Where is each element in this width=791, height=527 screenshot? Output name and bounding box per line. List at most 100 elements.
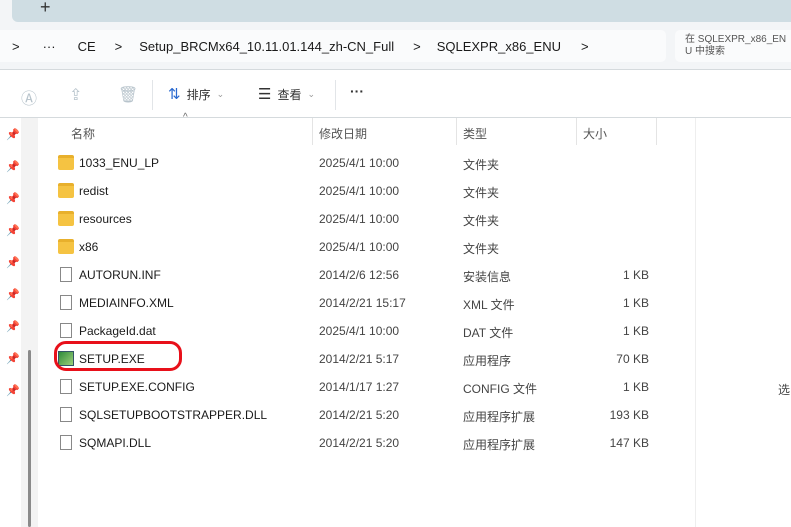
file-size: 193 KB (609, 408, 649, 422)
file-size: 147 KB (609, 436, 649, 450)
file-row[interactable]: x86 2025/4/1 10:00 文件夹 (40, 233, 660, 261)
column-header-name[interactable]: 名称 (71, 118, 95, 145)
breadcrumb[interactable]: > ··· CE > Setup_BRCMx64_10.11.01.144_zh… (0, 30, 666, 62)
file-name: x86 (79, 240, 99, 254)
column-header-size[interactable]: 大小 (583, 118, 607, 145)
file-type: 应用程序 (463, 354, 512, 368)
details-pane-text: 选 (778, 383, 791, 397)
file-date: 2014/2/21 15:17 (319, 296, 406, 310)
pin-icon[interactable]: 📌 (6, 352, 20, 365)
pin-icon[interactable]: 📌 (6, 192, 20, 205)
file-name: redist (79, 184, 109, 198)
file-size: 1 KB (622, 324, 649, 338)
chevron-down-icon: ⌄ (216, 88, 225, 99)
column-header-type[interactable]: 类型 (463, 118, 487, 145)
file-name: resources (79, 212, 132, 226)
sort-button[interactable]: ⇅ 排序 ⌄ (168, 85, 224, 103)
sort-icon: ⇅ (168, 86, 181, 103)
file-type: 文件夹 (463, 242, 500, 256)
file-icon (60, 379, 72, 394)
file-icon (60, 323, 72, 338)
breadcrumb-item-setup[interactable]: Setup_BRCMx64_10.11.01.144_zh-CN_Full (139, 39, 394, 54)
file-date: 2025/4/1 10:00 (319, 212, 400, 226)
file-type: 文件夹 (463, 158, 500, 172)
file-date: 2025/4/1 10:00 (319, 324, 400, 338)
file-type: CONFIG 文件 (463, 382, 537, 396)
navigation-pane: 📌 📌 📌 📌 📌 📌 📌 📌 📌 (0, 118, 38, 527)
more-options-button[interactable]: ··· (350, 83, 364, 99)
file-row[interactable]: redist 2025/4/1 10:00 文件夹 (40, 177, 660, 205)
pin-icon[interactable]: 📌 (6, 320, 20, 333)
share-icon[interactable]: ⇪ (69, 85, 82, 105)
breadcrumb-item-sqlexpr[interactable]: SQLEXPR_x86_ENU (437, 39, 561, 54)
file-icon (60, 407, 72, 422)
pin-icon[interactable]: 📌 (6, 224, 20, 237)
pin-icon[interactable]: 📌 (6, 160, 20, 173)
file-row[interactable]: SETUP.EXE.CONFIG 2014/1/17 1:27 CONFIG 文… (40, 373, 660, 401)
new-tab-button[interactable]: + (40, 0, 51, 18)
file-name: SQMAPI.DLL (79, 436, 152, 450)
file-date: 2014/2/21 5:20 (319, 408, 400, 422)
nav-scrollbar[interactable] (28, 350, 31, 527)
view-icon: ☰ (258, 86, 272, 103)
folder-icon (58, 239, 74, 254)
column-header-date[interactable]: 修改日期 (319, 118, 367, 145)
view-button[interactable]: ☰ 查看 ⌄ (258, 85, 315, 103)
pin-icon[interactable]: 📌 (6, 256, 20, 269)
search-input[interactable]: 在 SQLEXPR_x86_ENU 中搜索 (675, 30, 791, 62)
folder-icon (58, 211, 74, 226)
file-icon (60, 435, 72, 450)
delete-icon[interactable]: 🗑 (118, 85, 138, 105)
file-name: MEDIAINFO.XML (79, 296, 174, 310)
file-type: 应用程序扩展 (463, 410, 536, 424)
file-type: DAT 文件 (463, 326, 514, 340)
file-size: 1 KB (622, 380, 649, 394)
file-row[interactable]: MEDIAINFO.XML 2014/2/21 15:17 XML 文件 1 K… (40, 289, 660, 317)
toolbar: Ⓐ ⇪ 🗑 ⇅ 排序 ⌄ ☰ 查看 ⌄ ··· (0, 75, 791, 115)
file-type: 文件夹 (463, 186, 500, 200)
breadcrumb-overflow[interactable]: ··· (43, 39, 56, 54)
breadcrumb-chevron[interactable]: > (581, 39, 589, 54)
sort-ascending-icon: ^ (183, 112, 188, 123)
file-name: 1033_ENU_LP (79, 156, 160, 170)
file-name: SQLSETUPBOOTSTRAPPER.DLL (79, 408, 268, 422)
folder-icon (58, 155, 74, 170)
breadcrumb-chevron[interactable]: > (413, 39, 421, 54)
pin-icon[interactable]: 📌 (6, 288, 20, 301)
file-date: 2025/4/1 10:00 (319, 156, 400, 170)
pin-icon[interactable]: 📌 (6, 384, 20, 397)
tab-strip: + (12, 0, 791, 22)
pin-icon[interactable]: 📌 (6, 128, 20, 141)
highlight-annotation (54, 341, 182, 371)
file-type: 文件夹 (463, 214, 500, 228)
file-size: 1 KB (622, 268, 649, 282)
file-date: 2014/2/6 12:56 (319, 268, 400, 282)
file-date: 2014/1/17 1:27 (319, 380, 400, 394)
file-type: XML 文件 (463, 298, 515, 312)
file-icon (60, 295, 72, 310)
address-area: > ··· CE > Setup_BRCMx64_10.11.01.144_zh… (0, 30, 791, 70)
file-size: 70 KB (616, 352, 649, 366)
file-name: SETUP.EXE.CONFIG (79, 380, 195, 394)
breadcrumb-chevron[interactable]: > (115, 39, 123, 54)
file-name: PackageId.dat (79, 324, 156, 338)
tab-bar: + (0, 0, 791, 30)
file-name: AUTORUN.INF (79, 268, 161, 282)
file-date: 2025/4/1 10:00 (319, 240, 400, 254)
file-row[interactable]: 1033_ENU_LP 2025/4/1 10:00 文件夹 (40, 149, 660, 177)
file-row[interactable]: SQLSETUPBOOTSTRAPPER.DLL 2014/2/21 5:20 … (40, 401, 660, 429)
file-icon (60, 267, 72, 282)
file-date: 2014/2/21 5:20 (319, 436, 400, 450)
file-date: 2014/2/21 5:17 (319, 352, 400, 366)
file-row[interactable]: AUTORUN.INF 2014/2/6 12:56 安装信息 1 KB (40, 261, 660, 289)
breadcrumb-item-ce[interactable]: CE (78, 39, 96, 54)
breadcrumb-chevron[interactable]: > (12, 39, 20, 54)
file-type: 应用程序扩展 (463, 438, 536, 452)
chevron-down-icon: ⌄ (307, 88, 316, 99)
folder-icon (58, 183, 74, 198)
file-row[interactable]: resources 2025/4/1 10:00 文件夹 (40, 205, 660, 233)
file-type: 安装信息 (463, 270, 512, 284)
file-size: 1 KB (622, 296, 649, 310)
file-row[interactable]: SQMAPI.DLL 2014/2/21 5:20 应用程序扩展 147 KB (40, 429, 660, 457)
rename-icon[interactable]: Ⓐ (21, 85, 37, 109)
